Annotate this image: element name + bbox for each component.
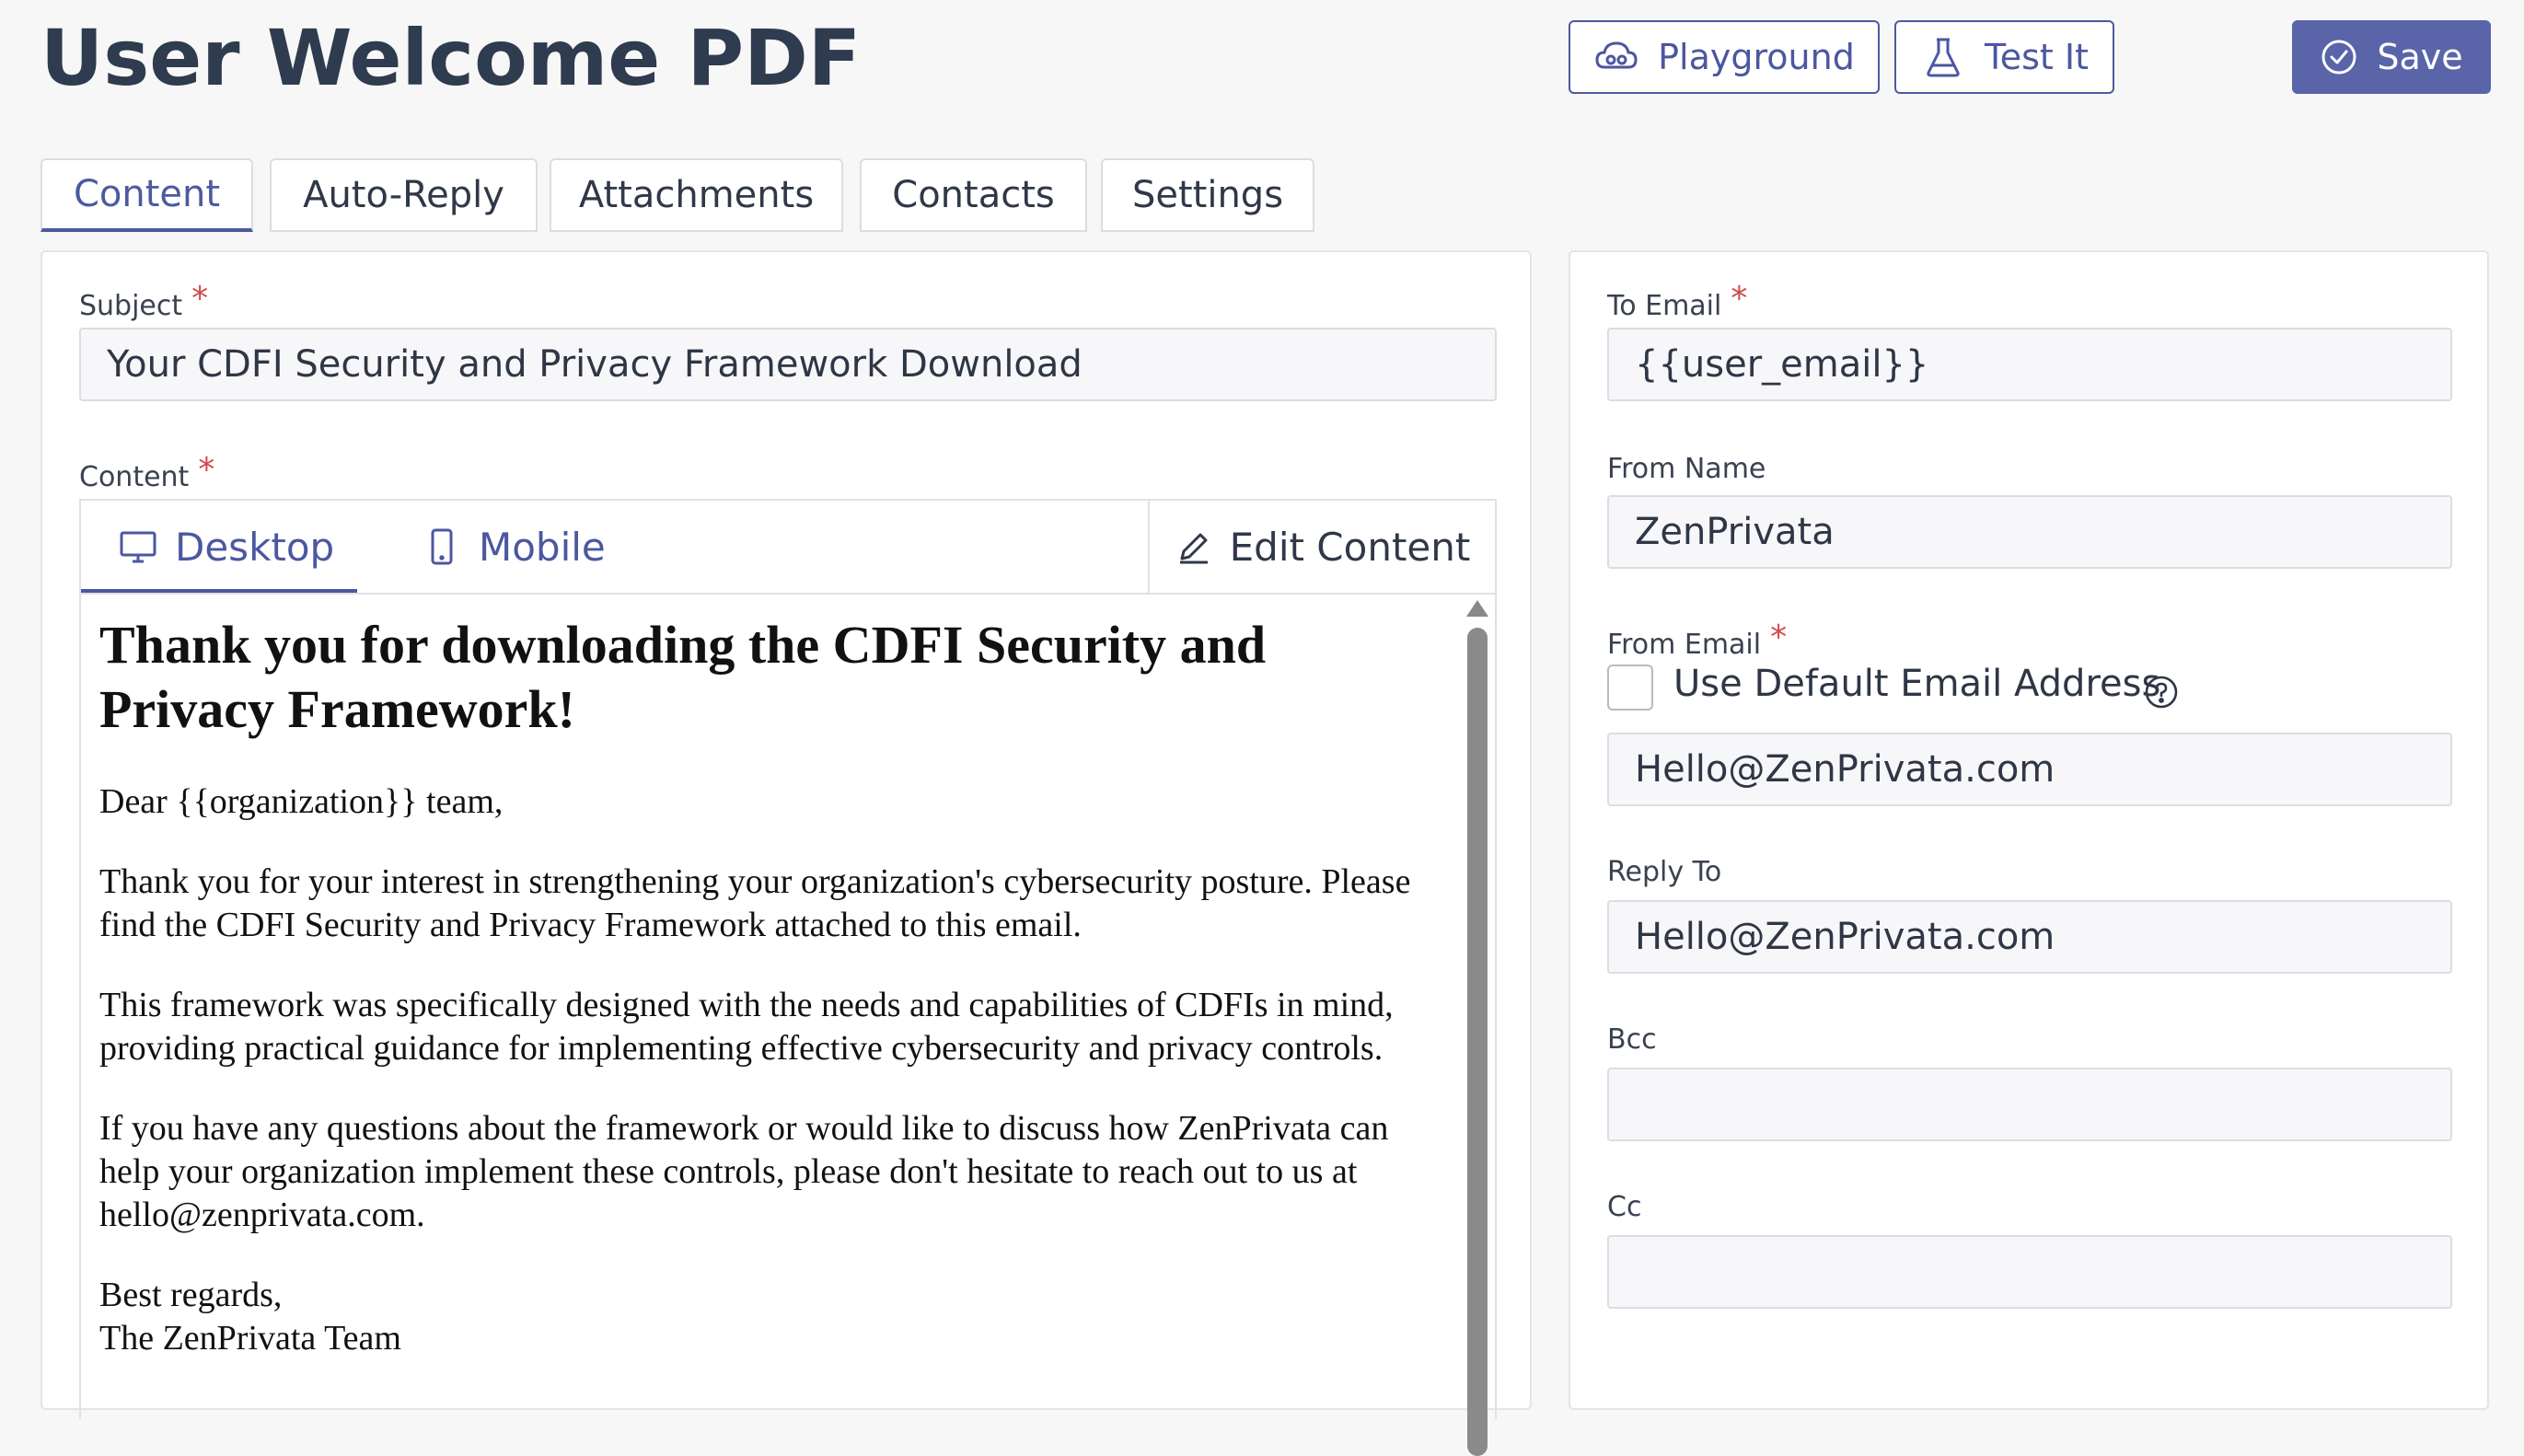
tab-attachments[interactable]: Attachments bbox=[550, 158, 843, 232]
content-label: Content * bbox=[79, 451, 215, 493]
email-preview: Thank you for downloading the CDFI Secur… bbox=[99, 593, 1453, 1421]
test-it-button[interactable]: Test It bbox=[1894, 20, 2114, 94]
content-editor: Desktop Mobile Edit Content Thank you fo… bbox=[79, 499, 1497, 1456]
to-email-input[interactable]: {{user_email}} bbox=[1607, 328, 2452, 401]
mobile-view-tab[interactable]: Mobile bbox=[422, 501, 606, 593]
tab-contacts[interactable]: Contacts bbox=[860, 158, 1087, 232]
use-default-email-label: Use Default Email Address bbox=[1673, 663, 2161, 705]
desktop-view-tab[interactable]: Desktop bbox=[118, 501, 334, 593]
reply-to-label: Reply To bbox=[1607, 856, 1722, 888]
test-it-label: Test It bbox=[1984, 37, 2090, 77]
required-marker: * bbox=[1731, 280, 1748, 318]
help-icon[interactable] bbox=[2143, 674, 2180, 711]
required-marker: * bbox=[1770, 618, 1788, 656]
tab-settings[interactable]: Settings bbox=[1101, 158, 1314, 232]
required-marker: * bbox=[191, 280, 209, 318]
save-label: Save bbox=[2377, 37, 2463, 77]
email-settings-panel: To Email * {{user_email}} From Name ZenPr… bbox=[1569, 250, 2489, 1410]
from-email-input[interactable]: Hello@ZenPrivata.com bbox=[1607, 733, 2452, 806]
tab-auto-reply[interactable]: Auto-Reply bbox=[270, 158, 538, 232]
reply-to-input[interactable]: Hello@ZenPrivata.com bbox=[1607, 900, 2452, 974]
editor-view-tabs: Desktop Mobile Edit Content bbox=[81, 501, 1495, 595]
playground-button[interactable]: Playground bbox=[1569, 20, 1880, 94]
preview-heading: Thank you for downloading the CDFI Secur… bbox=[99, 615, 1267, 739]
preview-paragraph: Dear {{organization}} team, bbox=[99, 782, 504, 821]
desktop-icon bbox=[120, 531, 156, 563]
bcc-input[interactable] bbox=[1607, 1068, 2452, 1141]
preview-paragraph: This framework was specifically designed… bbox=[99, 986, 1394, 1068]
edit-content-button[interactable]: Edit Content bbox=[1148, 501, 1495, 593]
subject-label: Subject * bbox=[79, 280, 209, 322]
from-email-label: From Email * bbox=[1607, 618, 1788, 661]
preview-paragraph: If you have any questions about the fram… bbox=[99, 1109, 1389, 1234]
pencil-icon bbox=[1179, 533, 1208, 564]
cc-label: Cc bbox=[1607, 1191, 1642, 1223]
cloud-gamepad-icon bbox=[1595, 41, 1638, 69]
mobile-icon bbox=[431, 528, 453, 565]
page-title: User Welcome PDF bbox=[41, 13, 862, 103]
flask-icon bbox=[1927, 38, 1960, 77]
subject-input[interactable]: Your CDFI Security and Privacy Framework… bbox=[79, 328, 1497, 401]
use-default-email-checkbox[interactable] bbox=[1607, 664, 1653, 711]
preview-signature: The ZenPrivata Team bbox=[99, 1319, 401, 1358]
preview-paragraph: Thank you for your interest in strengthe… bbox=[99, 862, 1411, 944]
tab-content[interactable]: Content bbox=[41, 158, 253, 232]
bcc-label: Bcc bbox=[1607, 1023, 1657, 1056]
scroll-up-arrow-icon[interactable] bbox=[1466, 600, 1488, 617]
from-name-input[interactable]: ZenPrivata bbox=[1607, 495, 2452, 569]
save-button[interactable]: Save bbox=[2292, 20, 2491, 94]
from-name-label: From Name bbox=[1607, 453, 1766, 485]
preview-signoff: Best regards, bbox=[99, 1276, 283, 1314]
check-circle-icon bbox=[2321, 40, 2356, 75]
required-marker: * bbox=[198, 451, 215, 489]
content-panel: Subject * Your CDFI Security and Privacy … bbox=[41, 250, 1532, 1456]
to-email-label: To Email * bbox=[1607, 280, 1748, 322]
playground-label: Playground bbox=[1658, 37, 1855, 77]
preview-scrollbar[interactable] bbox=[1465, 600, 1489, 1456]
scroll-thumb[interactable] bbox=[1467, 628, 1488, 1456]
cc-input[interactable] bbox=[1607, 1235, 2452, 1309]
